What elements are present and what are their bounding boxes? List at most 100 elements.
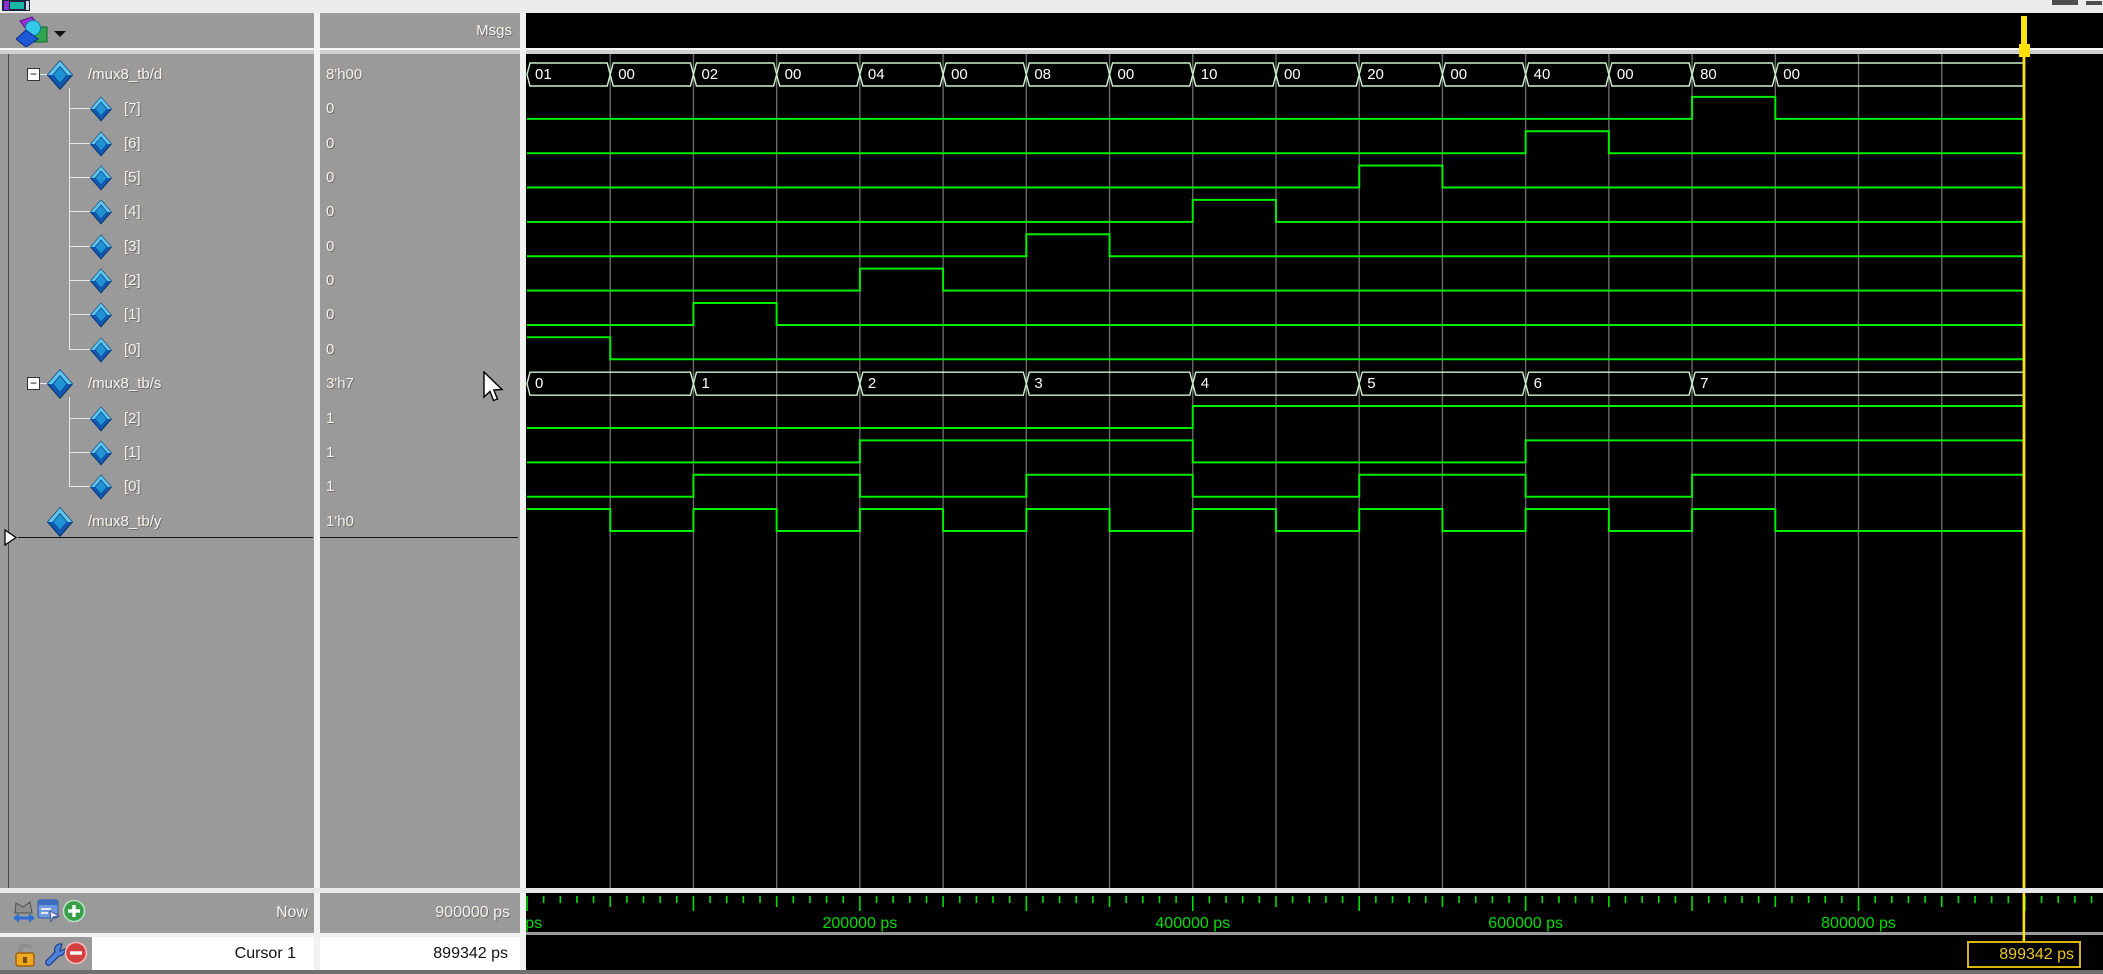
signal-row-2[interactable]: [2] <box>0 264 314 298</box>
signal-value-2[interactable]: 0 <box>320 264 520 298</box>
cursor-label: Cursor 1 <box>235 945 296 962</box>
signal-value-0[interactable]: 0 <box>320 333 520 367</box>
bottom-edge-strip <box>0 970 2103 974</box>
signal-row-3[interactable]: [3] <box>0 230 314 264</box>
svg-text:10: 10 <box>1201 66 1218 83</box>
svg-text:00: 00 <box>618 66 635 83</box>
collapse-expander[interactable]: − <box>27 68 40 81</box>
svg-text:6: 6 <box>1534 375 1542 392</box>
signal-name-label: [4] <box>124 195 141 229</box>
tree-connector <box>69 452 90 453</box>
svg-text:5: 5 <box>1367 375 1375 392</box>
maximize-button-remnant[interactable] <box>2086 1 2102 5</box>
signal-value-label: 0 <box>326 195 334 229</box>
minimize-button-remnant[interactable] <box>2052 0 2078 5</box>
lock-cursor-icon[interactable] <box>13 941 39 968</box>
svg-text:4: 4 <box>1201 375 1209 392</box>
edit-cursor-icon[interactable] <box>42 942 66 967</box>
signal-value-2[interactable]: 1 <box>320 402 520 436</box>
svg-text:00: 00 <box>1118 66 1135 83</box>
signal-name-label: [3] <box>124 230 141 264</box>
svg-text:02: 02 <box>701 66 718 83</box>
pane-splitter-right[interactable] <box>520 13 526 970</box>
waveform-canvas[interactable]: 0100020004000800100020004000800001234567 <box>526 54 2103 888</box>
signal-row-0[interactable]: [0] <box>0 333 314 367</box>
wave-signal-icon[interactable] <box>16 15 50 47</box>
signal-value-label: 8'h00 <box>326 58 362 92</box>
signal-value-label: 0 <box>326 127 334 161</box>
msgs-header-label: Msgs <box>476 22 512 39</box>
signal-diamond-icon <box>90 337 112 363</box>
signal-name-label: /mux8_tb/s <box>88 367 161 401</box>
cursor-name-cell[interactable]: Cursor 1 <box>92 937 314 970</box>
svg-text:08: 08 <box>1034 66 1051 83</box>
signal-values-pane[interactable]: 8'h00000000003'h71111'h0 <box>320 54 520 888</box>
signal-row-mux8-tb-s[interactable]: − /mux8_tb/s <box>0 367 314 401</box>
signal-diamond-icon <box>46 507 74 537</box>
cursor-value: 899342 ps <box>433 945 508 962</box>
signal-row-1[interactable]: [1] <box>0 298 314 332</box>
signal-row-4[interactable]: [4] <box>0 195 314 229</box>
tree-connector <box>69 108 90 109</box>
svg-text:00: 00 <box>1284 66 1301 83</box>
signal-name-label: [2] <box>124 264 141 298</box>
signal-diamond-icon <box>90 268 112 294</box>
signal-value-1[interactable]: 1 <box>320 436 520 470</box>
fit-time-range-icon[interactable] <box>13 901 35 925</box>
time-ruler[interactable]: 0 ps200000 ps400000 ps600000 ps800000 ps <box>526 893 2103 970</box>
insertion-bar-names <box>18 537 313 538</box>
tree-connector <box>69 177 90 178</box>
signal-row-0[interactable]: [0] <box>0 470 314 504</box>
waveform-pane[interactable]: 0100020004000800100020004000800001234567 <box>526 54 2103 888</box>
cursor-time-box[interactable]: 899342 ps <box>1967 941 2081 968</box>
signal-diamond-icon <box>90 440 112 466</box>
signal-value-7[interactable]: 0 <box>320 92 520 126</box>
signal-row-5[interactable]: [5] <box>0 161 314 195</box>
signal-name-label: [5] <box>124 161 141 195</box>
svg-text:00: 00 <box>1617 66 1634 83</box>
pane-splitter-left[interactable] <box>314 13 320 970</box>
signal-diamond-icon <box>46 60 74 90</box>
signal-diamond-icon <box>46 369 74 399</box>
signal-value-6[interactable]: 0 <box>320 127 520 161</box>
signal-names-pane[interactable]: − /mux8_tb/d [7] [6] <box>0 54 314 888</box>
signal-value-3[interactable]: 0 <box>320 230 520 264</box>
properties-window-icon[interactable] <box>37 899 61 923</box>
svg-text:1: 1 <box>701 375 709 392</box>
collapse-expander[interactable]: − <box>27 377 40 390</box>
signal-row-mux8-tb-y[interactable]: /mux8_tb/y <box>0 505 314 539</box>
signal-row-7[interactable]: [7] <box>0 92 314 126</box>
signal-row-2[interactable]: [2] <box>0 402 314 436</box>
signal-name-label: /mux8_tb/d <box>88 58 162 92</box>
add-cursor-icon[interactable] <box>62 899 86 923</box>
signal-value-0[interactable]: 1 <box>320 470 520 504</box>
signal-value-4[interactable]: 0 <box>320 195 520 229</box>
msgs-column-header[interactable]: Msgs <box>320 13 520 48</box>
tree-connector <box>69 349 90 350</box>
signal-diamond-icon <box>90 406 112 432</box>
wave-header-margin <box>526 13 2103 48</box>
signal-value-5[interactable]: 0 <box>320 161 520 195</box>
svg-text:3: 3 <box>1034 375 1042 392</box>
svg-text:0 ps: 0 ps <box>526 915 542 932</box>
mouse-arrow-cursor <box>483 371 505 403</box>
signal-row-6[interactable]: [6] <box>0 127 314 161</box>
now-value: 900000 ps <box>320 893 520 933</box>
dropdown-arrow-icon[interactable] <box>54 31 66 38</box>
signal-row-1[interactable]: [1] <box>0 436 314 470</box>
signal-value-label: 0 <box>326 298 334 332</box>
svg-text:04: 04 <box>868 66 885 83</box>
cursor-handle[interactable] <box>2019 44 2030 57</box>
signal-row-mux8-tb-d[interactable]: − /mux8_tb/d <box>0 58 314 92</box>
svg-text:400000 ps: 400000 ps <box>1155 915 1230 932</box>
signal-value-mux8-tb-y[interactable]: 1'h0 <box>320 505 520 539</box>
cursor-value-cell[interactable]: 899342 ps <box>320 937 520 970</box>
signal-value-1[interactable]: 0 <box>320 298 520 332</box>
signal-value-label: 0 <box>326 230 334 264</box>
tree-connector <box>69 246 90 247</box>
remove-cursor-icon[interactable] <box>64 941 88 965</box>
signal-diamond-icon <box>90 165 112 191</box>
signal-value-mux8-tb-d[interactable]: 8'h00 <box>320 58 520 92</box>
insertion-bar-values <box>320 537 518 538</box>
signal-name-label: [0] <box>124 333 141 367</box>
